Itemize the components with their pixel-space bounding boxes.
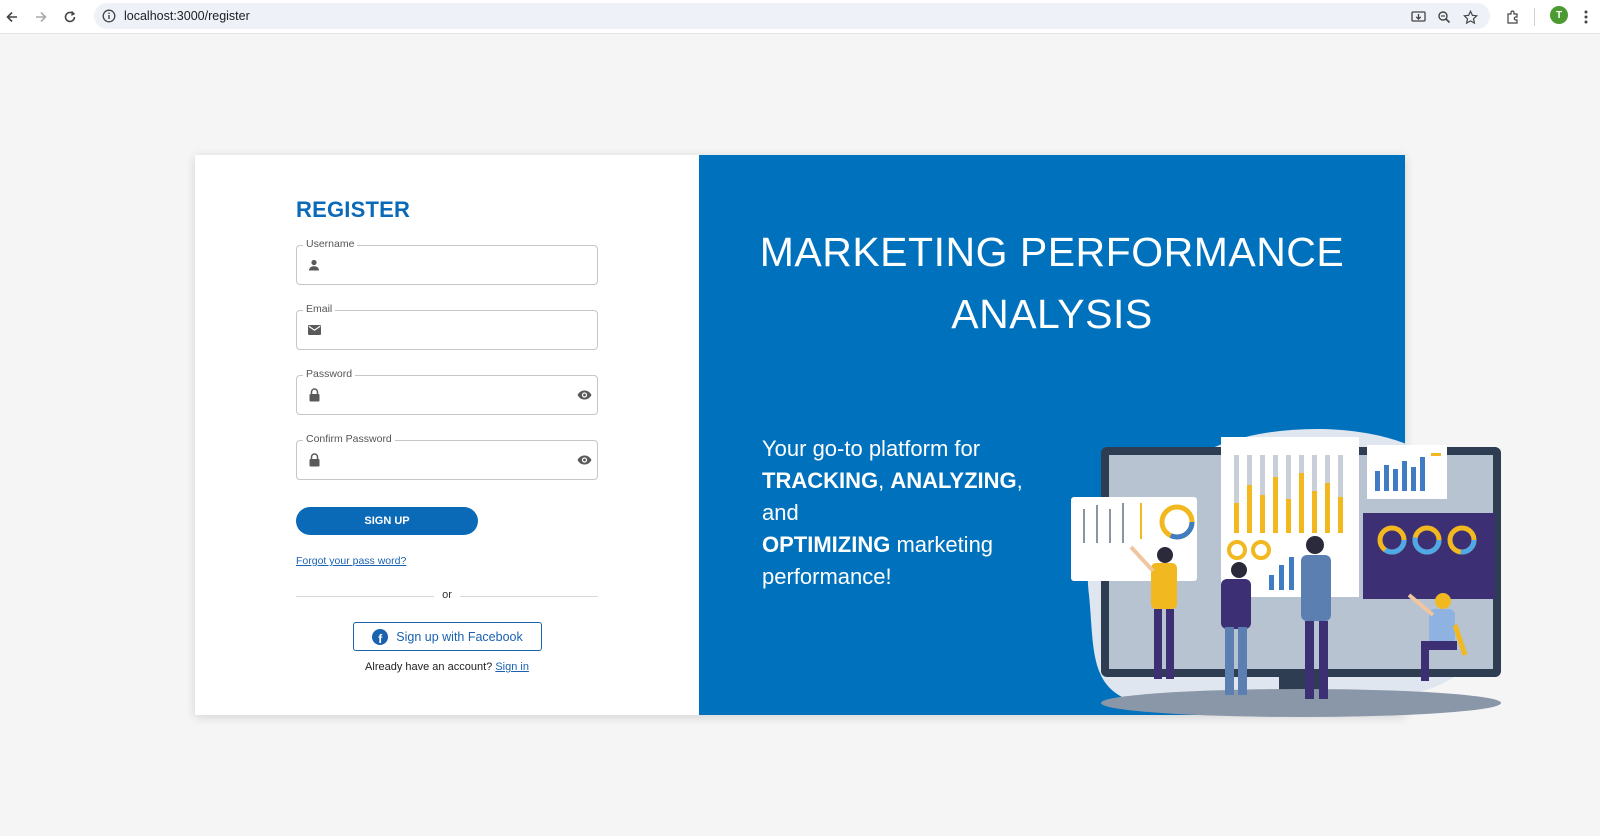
- facebook-signup-button[interactable]: f Sign up with Facebook: [353, 622, 542, 651]
- lock-icon: [307, 388, 321, 402]
- tagline-tracking: TRACKING: [762, 468, 879, 493]
- extensions-icon[interactable]: [1504, 8, 1522, 26]
- mail-icon: [307, 323, 321, 337]
- zoom-icon[interactable]: [1435, 8, 1453, 26]
- back-icon[interactable]: [0, 5, 24, 29]
- account-text: Already have an account?: [365, 661, 493, 673]
- tagline-end: performance!: [762, 564, 892, 589]
- info-icon[interactable]: [102, 9, 116, 28]
- tagline-optimizing: OPTIMIZING: [762, 532, 891, 557]
- username-field[interactable]: Username: [296, 238, 598, 285]
- register-card: REGISTER Username Email Password Confirm…: [195, 155, 1501, 717]
- register-title: REGISTER: [296, 197, 411, 222]
- forgot-password-link[interactable]: Forgot your pass word?: [296, 555, 406, 567]
- reload-icon[interactable]: [58, 5, 82, 29]
- show-password-eye-icon[interactable]: [575, 387, 593, 403]
- email-label: Email: [303, 303, 336, 315]
- hero-title-line-2: ANALYSIS: [951, 291, 1153, 337]
- password-input[interactable]: [331, 384, 561, 406]
- address-bar[interactable]: localhost:3000/register: [94, 3, 1490, 29]
- lock-icon: [307, 453, 321, 467]
- menu-icon[interactable]: [1577, 8, 1595, 26]
- show-confirm-password-eye-icon[interactable]: [575, 452, 593, 468]
- hero-title: MARKETING PERFORMANCE ANALYSIS: [699, 221, 1405, 345]
- password-field[interactable]: Password: [296, 368, 598, 415]
- password-label: Password: [303, 368, 356, 380]
- sign-in-link[interactable]: Sign in: [495, 661, 529, 673]
- confirm-password-label: Confirm Password: [303, 433, 395, 445]
- person-icon: [307, 258, 321, 272]
- username-label: Username: [303, 238, 358, 250]
- signin-prompt: Already have an account? Sign in: [296, 661, 598, 673]
- analytics-team-illustration: [1071, 428, 1501, 717]
- username-input[interactable]: [331, 254, 561, 276]
- sign-up-button[interactable]: SIGN UP: [296, 507, 478, 535]
- profile-avatar[interactable]: T: [1550, 6, 1568, 24]
- tagline-comma: ,: [878, 468, 891, 493]
- hero-tagline: Your go-to platform for TRACKING, ANALYZ…: [762, 433, 1062, 593]
- tagline-marketing: marketing: [890, 532, 994, 557]
- facebook-signup-label: Sign up with Facebook: [396, 629, 523, 644]
- email-input[interactable]: [331, 319, 561, 341]
- email-field[interactable]: Email: [296, 303, 598, 350]
- url-text: localhost:3000/register: [124, 9, 250, 23]
- or-divider: or: [296, 589, 598, 603]
- or-text: or: [442, 589, 452, 601]
- install-icon[interactable]: [1409, 8, 1427, 26]
- hero-title-line-1: MARKETING PERFORMANCE: [759, 229, 1345, 275]
- marketing-panel: MARKETING PERFORMANCE ANALYSIS Your go-t…: [699, 155, 1501, 717]
- confirm-password-field[interactable]: Confirm Password: [296, 433, 598, 480]
- toolbar-divider: [1534, 8, 1535, 26]
- star-icon[interactable]: [1461, 8, 1479, 26]
- browser-toolbar: localhost:3000/register T: [0, 0, 1600, 34]
- tagline-analyzing: ANALYZING: [890, 468, 1017, 493]
- divider-line-right: [460, 596, 598, 597]
- tagline-intro: Your go-to platform for: [762, 436, 981, 461]
- facebook-icon: f: [372, 628, 389, 645]
- confirm-password-input[interactable]: [331, 449, 561, 471]
- forward-icon[interactable]: [29, 5, 53, 29]
